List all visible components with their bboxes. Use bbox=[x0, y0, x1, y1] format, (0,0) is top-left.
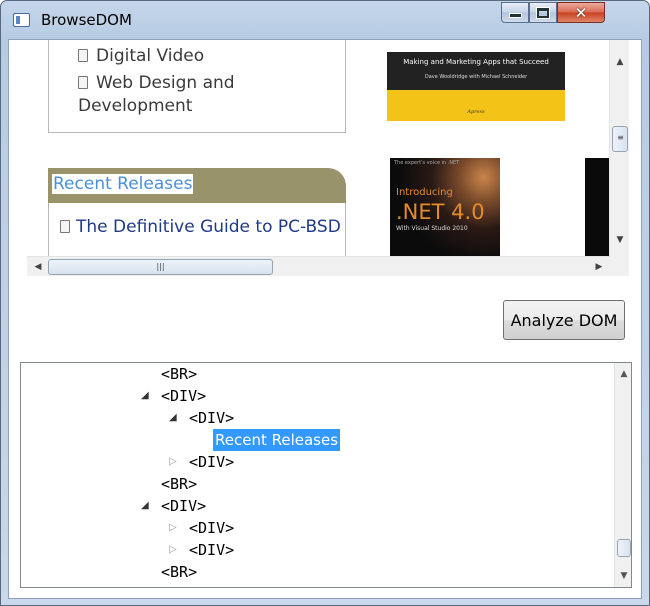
expand-arrow-icon[interactable]: ▷ bbox=[169, 517, 177, 539]
collapse-arrow-icon[interactable]: ◢ bbox=[141, 495, 149, 517]
close-icon: ✕ bbox=[574, 3, 588, 22]
scroll-thumb[interactable]: ||| bbox=[48, 259, 273, 275]
scroll-up-icon[interactable]: ▲ bbox=[615, 365, 631, 383]
nav-item-web-design[interactable]: Web Design and bbox=[78, 73, 235, 93]
web-browser[interactable]: Digital Video Web Design and Development… bbox=[18, 40, 638, 276]
browser-vertical-scrollbar[interactable]: ▲ ≡ ▼ bbox=[609, 40, 629, 256]
maximize-button[interactable] bbox=[529, 2, 557, 23]
scroll-thumb[interactable]: ≡ bbox=[612, 126, 628, 152]
dom-tree-view[interactable]: <BR> ◢ <DIV> ◢ <DIV> Recent Releases ▷ <DIV> <BR… bbox=[20, 362, 632, 588]
collapse-arrow-icon[interactable]: ◢ bbox=[169, 407, 177, 429]
cover-band bbox=[387, 90, 565, 121]
scroll-down-icon[interactable]: ▼ bbox=[610, 230, 630, 250]
scroll-right-icon[interactable]: ▶ bbox=[590, 257, 608, 276]
tree-node[interactable]: <DIV> bbox=[161, 385, 206, 407]
title-bar[interactable]: BrowseDOM ✕ bbox=[1, 1, 649, 39]
tree-node[interactable]: <BR> bbox=[161, 473, 197, 495]
collapse-arrow-icon[interactable]: ◢ bbox=[141, 385, 149, 407]
document-icon bbox=[78, 49, 88, 62]
book-cover-partial[interactable] bbox=[585, 158, 609, 256]
scroll-left-icon[interactable]: ◀ bbox=[29, 257, 47, 276]
app-window: BrowseDOM ✕ Digital Video Web Design and… bbox=[0, 0, 650, 606]
tree-node[interactable]: <BR> bbox=[161, 561, 197, 583]
maximize-icon bbox=[537, 7, 549, 18]
expand-arrow-icon[interactable]: ▷ bbox=[169, 451, 177, 473]
nav-item-web-design-cont[interactable]: Development bbox=[78, 96, 192, 116]
analyze-dom-button[interactable]: Analyze DOM bbox=[503, 300, 625, 340]
book-cover-dotnet[interactable]: The expert's voice in .NET Introducing .… bbox=[390, 158, 500, 256]
close-button[interactable]: ✕ bbox=[557, 2, 605, 23]
tree-node[interactable]: <BR> bbox=[161, 363, 197, 385]
recent-releases-title: Recent Releases bbox=[52, 174, 194, 194]
book-cover-apps[interactable]: Making and Marketing Apps that Succeed D… bbox=[387, 52, 565, 121]
recent-release-link[interactable]: The Definitive Guide to PC-BSD bbox=[60, 217, 350, 238]
client-area: Digital Video Web Design and Development… bbox=[8, 39, 642, 599]
tree-node[interactable]: <DIV> bbox=[189, 407, 234, 429]
expand-arrow-icon[interactable]: ▷ bbox=[169, 539, 177, 561]
nav-item-digital-video[interactable]: Digital Video bbox=[78, 46, 204, 66]
minimize-button[interactable] bbox=[501, 2, 529, 23]
tree-node[interactable]: <DIV> bbox=[189, 451, 234, 473]
recent-releases-header: Recent Releases bbox=[48, 168, 346, 203]
document-icon bbox=[60, 220, 70, 233]
scroll-thumb[interactable] bbox=[617, 539, 631, 557]
minimize-icon bbox=[509, 14, 521, 17]
scroll-down-icon[interactable]: ▼ bbox=[615, 567, 631, 585]
window-title: BrowseDOM bbox=[41, 11, 132, 29]
browser-horizontal-scrollbar[interactable]: ◀ ||| ▶ bbox=[27, 256, 610, 276]
app-icon bbox=[13, 13, 30, 27]
scroll-corner bbox=[610, 256, 629, 276]
tree-node[interactable]: <DIV> bbox=[189, 517, 234, 539]
document-icon bbox=[78, 76, 88, 89]
tree-node[interactable]: <DIV> bbox=[161, 495, 206, 517]
tree-vertical-scrollbar[interactable]: ▲ ▼ bbox=[614, 363, 631, 587]
tree-node-selected[interactable]: Recent Releases bbox=[213, 429, 341, 451]
scroll-up-icon[interactable]: ▲ bbox=[610, 52, 630, 72]
tree-node[interactable]: <DIV> bbox=[189, 539, 234, 561]
